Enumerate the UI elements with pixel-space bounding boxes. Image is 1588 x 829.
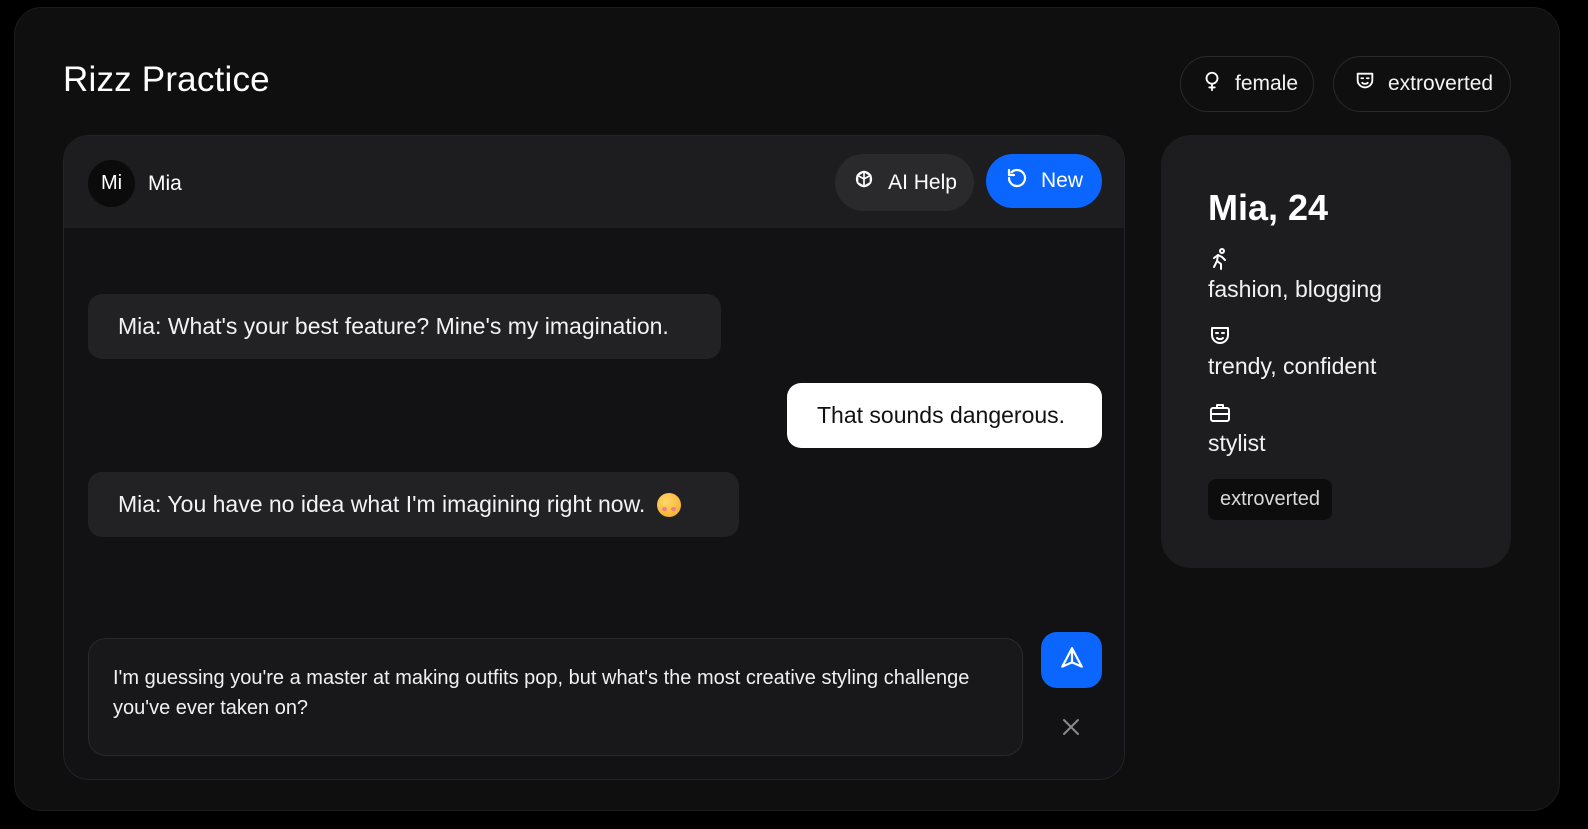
message-text: Mia: What's your best feature? Mine's my…	[118, 313, 669, 339]
message-input[interactable]: I'm guessing you're a master at making o…	[88, 638, 1023, 756]
message-text: Mia: You have no idea what I'm imagining…	[118, 491, 646, 517]
profile-traits: trendy, confident	[1208, 353, 1377, 379]
gender-tag: female	[1180, 56, 1314, 112]
openai-icon	[852, 168, 876, 198]
mask-icon	[1208, 324, 1232, 348]
chat-header: Mi Mia AI Help New	[64, 136, 1124, 228]
running-person-icon	[1208, 247, 1232, 271]
profile-interests: fashion, blogging	[1208, 276, 1382, 302]
chat-panel: Mi Mia AI Help New Mia: What's your best…	[63, 135, 1125, 780]
ai-help-label: AI Help	[888, 170, 957, 194]
avatar: Mi	[88, 160, 135, 207]
profile-job: stylist	[1208, 430, 1266, 456]
profile-name-age: Mia, 24	[1208, 187, 1329, 228]
refresh-icon	[1005, 166, 1029, 196]
profile-card: Mia, 24 fashion, blogging trendy, confid…	[1161, 135, 1511, 568]
new-chat-label: New	[1040, 169, 1083, 192]
send-icon	[1059, 645, 1085, 676]
bot-message: Mia: What's your best feature? Mine's my…	[88, 294, 721, 359]
contact-name: Mia	[148, 172, 182, 195]
close-icon	[1061, 717, 1081, 742]
send-button[interactable]	[1041, 632, 1102, 688]
message-text: That sounds dangerous.	[817, 402, 1066, 428]
profile-temperament-badge: extroverted	[1208, 479, 1333, 520]
mask-icon	[1354, 70, 1376, 98]
ai-help-button[interactable]: AI Help	[835, 154, 974, 211]
new-chat-button[interactable]: New	[986, 154, 1102, 208]
gender-tag-label: female	[1235, 72, 1299, 95]
temperament-tag-label: extroverted	[1388, 72, 1494, 95]
temperament-tag: extroverted	[1333, 56, 1511, 112]
page-title: Rizz Practice	[63, 60, 270, 99]
drooling-face-emoji-icon	[657, 492, 682, 517]
clear-input-button[interactable]	[1058, 716, 1084, 742]
briefcase-icon	[1208, 401, 1232, 425]
user-message: That sounds dangerous.	[787, 383, 1102, 448]
bot-message: Mia: You have no idea what I'm imagining…	[88, 472, 739, 537]
female-icon	[1201, 70, 1223, 98]
